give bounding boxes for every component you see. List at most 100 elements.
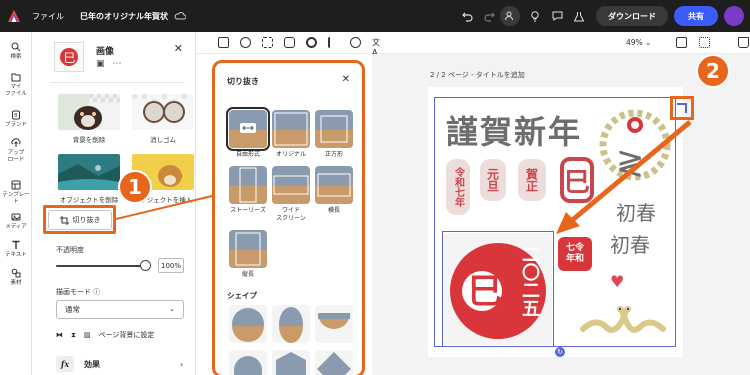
download-button[interactable]: ダウンロード	[596, 6, 668, 26]
info-icon[interactable]: ⓘ	[93, 288, 100, 296]
panel-close-icon[interactable]: ✕	[174, 42, 183, 55]
rail-item-media[interactable]: メディア	[0, 212, 32, 231]
crop-square[interactable]: 正方形	[315, 110, 353, 159]
replace-image-icon[interactable]: ▣	[96, 59, 105, 69]
opacity-value-field[interactable]: 100%	[158, 258, 184, 273]
blend-mode-select[interactable]: 通常 ⌄	[56, 300, 184, 319]
crop-portrait[interactable]: 縦長	[229, 230, 267, 279]
rail-label-brand: ブランド	[4, 122, 27, 128]
link-icon[interactable]	[262, 37, 273, 48]
rail-label-text: テキスト	[5, 252, 27, 258]
eraser-tool[interactable]: 消しゴム	[132, 94, 194, 144]
crop-stories[interactable]: ストーリーズ	[229, 166, 267, 215]
file-menu[interactable]: ファイル	[32, 11, 64, 22]
undo-icon[interactable]	[456, 5, 478, 27]
rail-label-my-files: マイ ファイル	[4, 84, 27, 97]
crop-original-thumb	[272, 110, 310, 148]
opacity-slider-handle[interactable]	[140, 260, 151, 271]
rail-item-templates[interactable]: テンプレート	[0, 180, 32, 205]
app-logo-icon[interactable]	[8, 10, 20, 22]
shape-hexagon[interactable]	[272, 350, 310, 375]
chevron-right-icon[interactable]: ›	[180, 360, 183, 369]
remove-background-preview	[58, 94, 120, 130]
set-background-icon[interactable]: ▨	[84, 331, 91, 339]
rail-label-media: メディア	[5, 224, 27, 230]
rail-item-text[interactable]: テキスト	[0, 240, 32, 259]
chevron-down-icon: ⌄	[169, 305, 175, 313]
rail-item-elements[interactable]: 素材	[0, 268, 32, 287]
blend-mode-value: 通常	[65, 305, 80, 314]
crop-button-highlight	[43, 205, 116, 234]
panel-title: 画像	[96, 47, 115, 57]
rail-item-search[interactable]: 検索	[0, 42, 32, 61]
shape-diamond[interactable]	[315, 350, 353, 375]
user-add-icon[interactable]	[500, 6, 520, 26]
shape-circle[interactable]	[229, 305, 267, 343]
circle-icon[interactable]	[306, 37, 317, 48]
avatar[interactable]	[724, 6, 744, 26]
rail-label-templates: テンプレート	[2, 192, 30, 205]
rail-item-my-files[interactable]: マイ ファイル	[0, 72, 32, 97]
remove-background-label: 背景を削除	[72, 136, 106, 144]
crop-original[interactable]: オリジナル	[272, 110, 310, 159]
rotate-handle-icon[interactable]: ↻	[555, 347, 565, 357]
redo-icon[interactable]	[478, 5, 500, 27]
resize-icon[interactable]	[699, 37, 710, 48]
flyout-close-icon[interactable]: ✕	[342, 74, 350, 85]
rail-label-elements: 素材	[10, 280, 22, 286]
opacity-slider-track[interactable]	[56, 265, 146, 267]
zoom-level[interactable]: 49% ⌄	[626, 38, 651, 47]
crop-freeform-label: 自由形式	[235, 151, 260, 158]
blend-mode-label: 描画モード ⓘ	[56, 288, 101, 296]
shape-arch[interactable]	[229, 350, 267, 375]
cloud-sync-icon	[174, 12, 186, 20]
grid-icon[interactable]	[676, 37, 687, 48]
remove-object-label: オブジェクトを削除	[59, 196, 119, 204]
remove-object-tool[interactable]: オブジェクトを削除	[58, 154, 120, 204]
opacity-label: 不透明度	[56, 246, 84, 254]
lightbulb-icon[interactable]	[524, 5, 546, 27]
divider	[50, 82, 185, 83]
shape-arch-thumb	[229, 350, 267, 375]
align-icon[interactable]	[328, 37, 339, 48]
shape-hexagon-thumb	[272, 350, 310, 375]
trash-icon[interactable]	[738, 37, 749, 48]
brand-icon: B	[12, 110, 20, 120]
shapes-section-label: シェイプ	[227, 291, 257, 300]
rail-item-upload[interactable]: アップ ロード	[0, 138, 32, 163]
page-selection-border	[434, 97, 676, 347]
flip-horizontal-icon[interactable]: ⧓	[56, 331, 63, 339]
design-page[interactable]: 謹賀新年 令和七年 元旦 賀正 巳 巳 二〇二五 ≷ 初春 初春 七令 年和 ♥	[428, 87, 683, 357]
shape-ellipse[interactable]	[272, 305, 310, 343]
set-as-background-button[interactable]: ページ背景に設定	[99, 330, 155, 340]
corner-handle-icon[interactable]	[677, 103, 687, 113]
shape-circle-thumb	[229, 305, 267, 343]
flip-vertical-icon[interactable]: ⧗	[71, 331, 76, 340]
share-button[interactable]: 共有	[674, 6, 718, 26]
layer-icon[interactable]	[350, 37, 361, 48]
folder-icon	[11, 73, 21, 82]
effects-icon: fx	[56, 356, 74, 372]
crop-frame-icon[interactable]	[218, 37, 229, 48]
comment-icon[interactable]	[546, 5, 568, 27]
shape-icon[interactable]	[284, 37, 295, 48]
crop-freeform[interactable]: 自由形式	[226, 107, 270, 159]
flyout-title: 切り抜き	[227, 77, 259, 86]
page-label[interactable]: 2 / 2 ページ - タイトルを追加	[430, 70, 525, 80]
rail-item-brand[interactable]: B ブランド	[0, 110, 32, 129]
remove-background-tool[interactable]: 背景を削除	[58, 94, 120, 144]
crop-widescreen[interactable]: ワイド スクリーン	[272, 166, 310, 222]
flask-icon[interactable]	[568, 5, 590, 27]
left-rail: 検索 マイ ファイル B ブランド アップ ロード テンプレート メディア テキ…	[0, 32, 32, 375]
color-icon[interactable]	[240, 37, 251, 48]
more-options-icon[interactable]: ⋯	[113, 59, 122, 69]
crop-options-flyout: 切り抜き ✕ 自由形式 オリジナル 正方形 ストーリーズ ワイド スクリーン 横…	[212, 60, 365, 375]
crop-landscape[interactable]: 横長	[315, 166, 353, 215]
crop-freeform-thumb	[226, 107, 270, 151]
effects-label: 効果	[84, 359, 100, 369]
translate-icon[interactable]: 文A	[372, 37, 383, 57]
document-title[interactable]: 巳年のオリジナル年賀状	[80, 11, 168, 22]
shape-half-circle[interactable]	[315, 305, 353, 343]
crop-stories-label: ストーリーズ	[230, 207, 266, 214]
effects-row[interactable]: fx 効果	[56, 356, 100, 372]
